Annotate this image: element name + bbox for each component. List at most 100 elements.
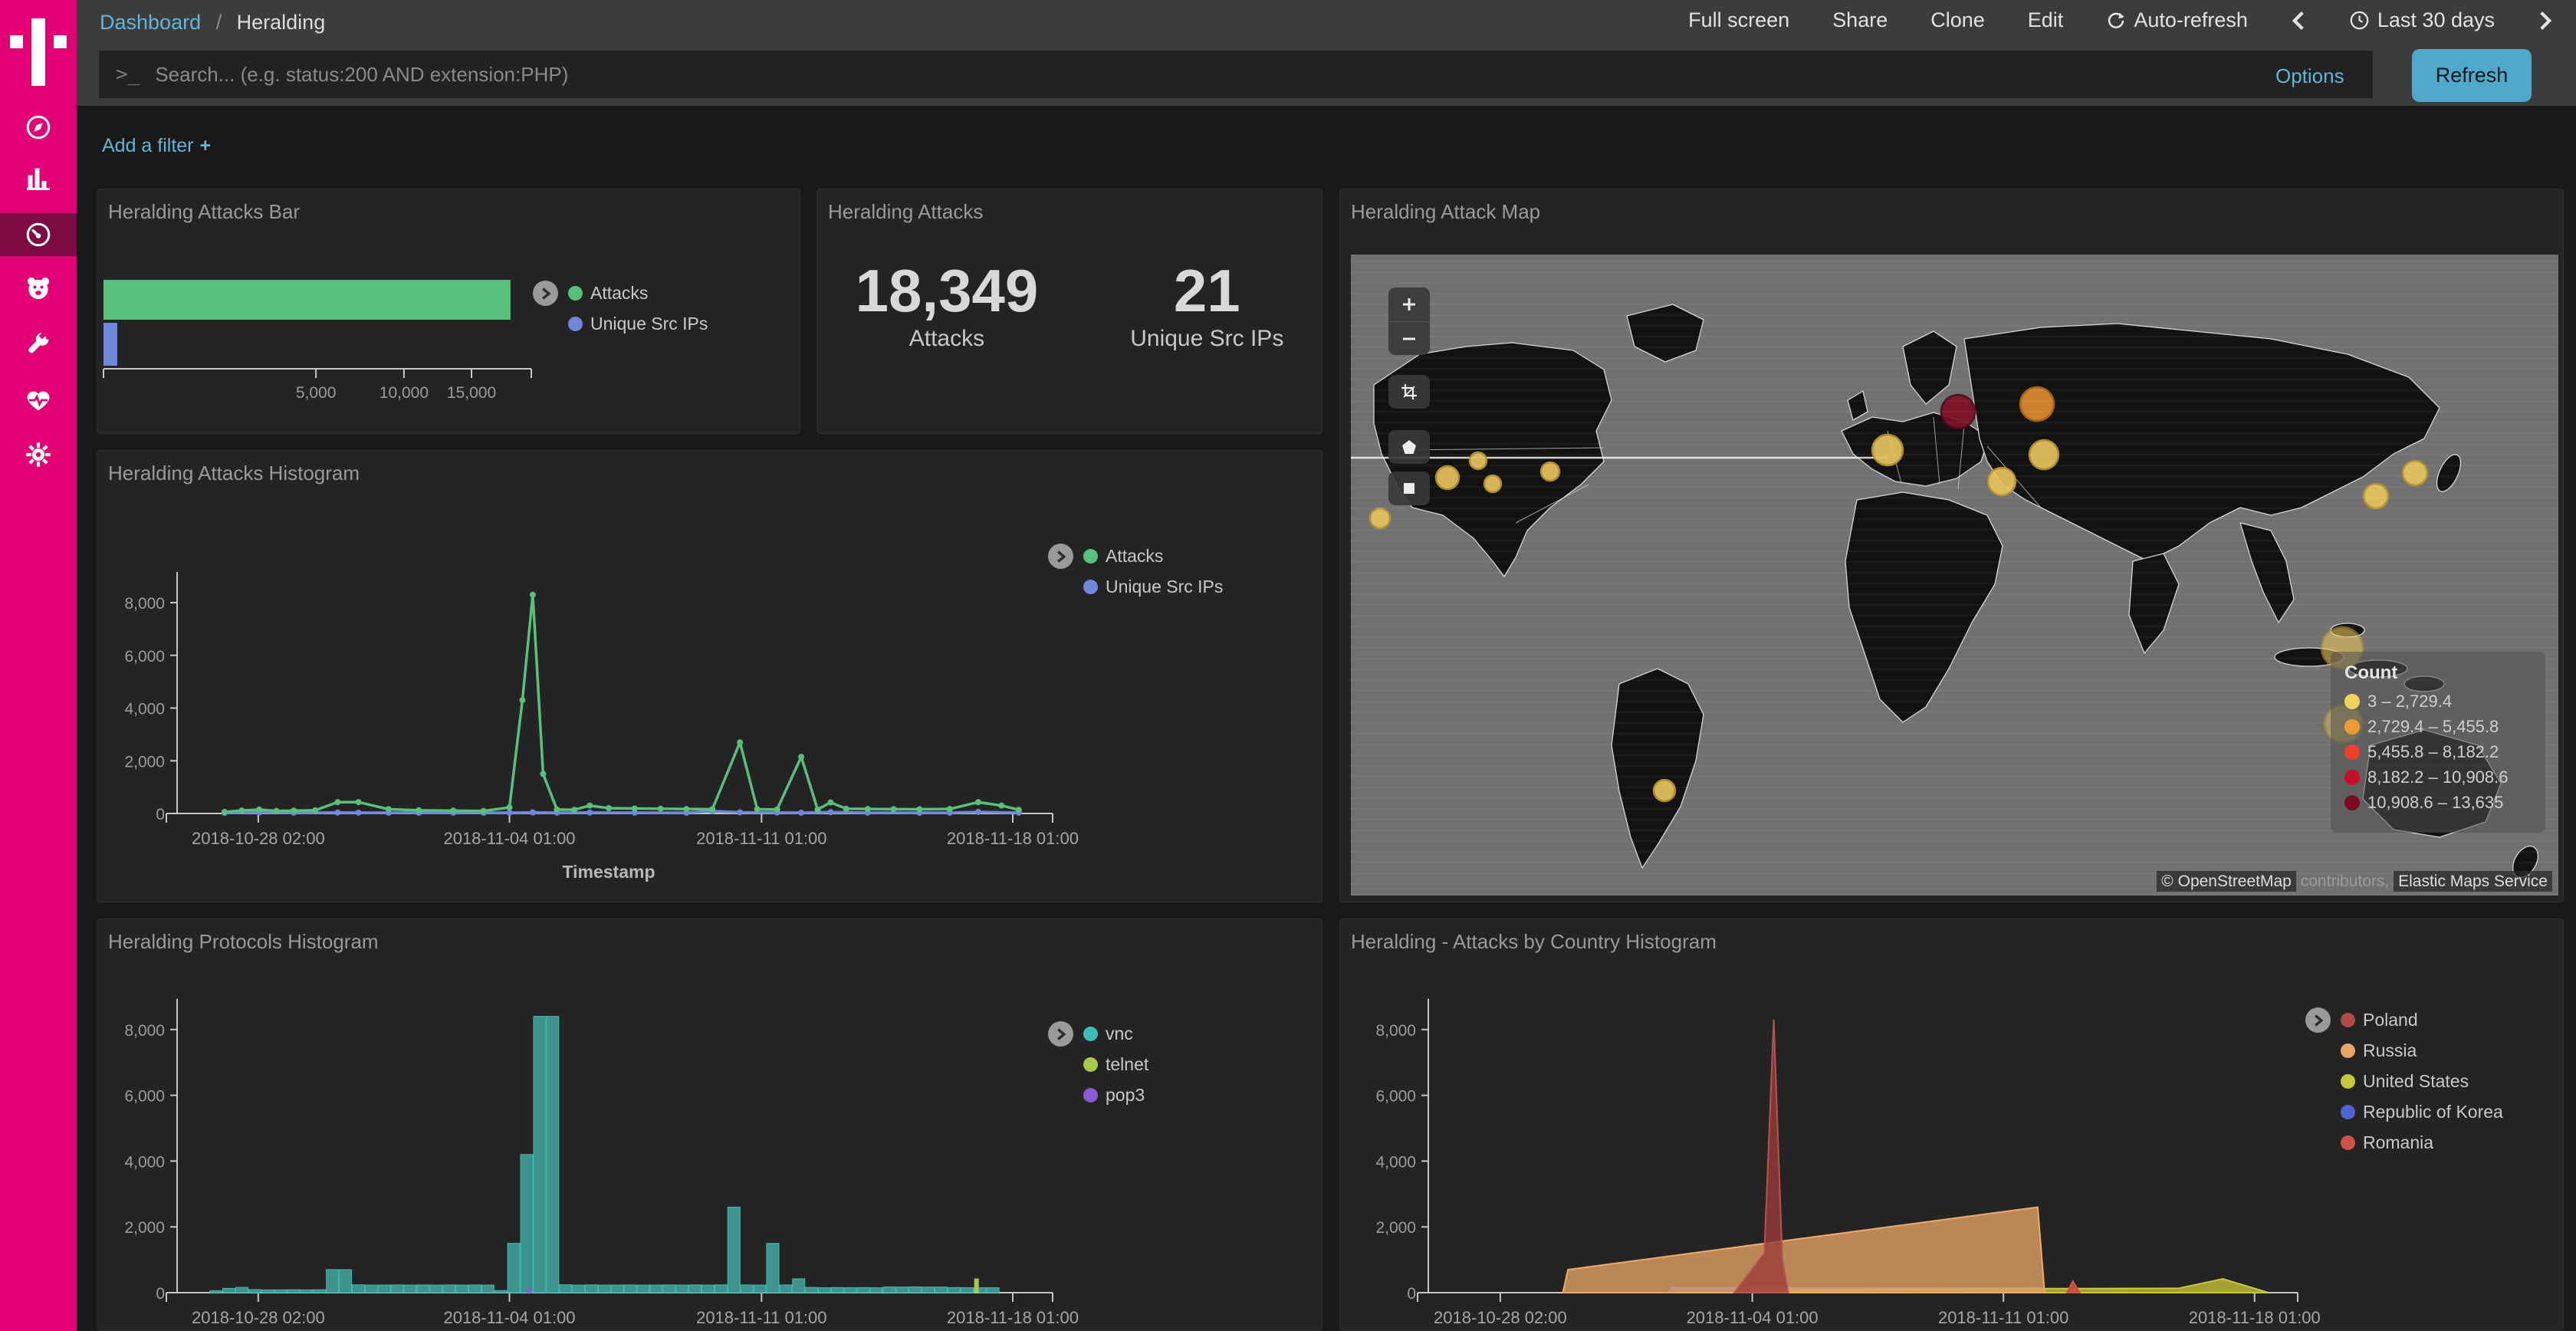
clone-button[interactable]: Clone: [1926, 8, 1990, 33]
legend-collapse-button[interactable]: [1048, 544, 1073, 569]
legend-dot: [1083, 1027, 1098, 1041]
legend-item-pop3[interactable]: pop3: [1083, 1085, 1148, 1106]
legend-collapse-button[interactable]: [533, 281, 558, 306]
search-input[interactable]: [153, 62, 2373, 87]
metric-label: Attacks: [856, 326, 1039, 352]
full-screen-button[interactable]: Full screen: [1684, 8, 1794, 33]
legend-label: Unique Src IPs: [1106, 577, 1223, 597]
legend: vnc telnet pop3: [1083, 1024, 1148, 1106]
draw-rectangle-button[interactable]: [1388, 472, 1430, 505]
breadcrumb-dashboard-link[interactable]: Dashboard: [100, 11, 201, 34]
legend-collapse-button[interactable]: [1048, 1021, 1073, 1047]
svg-text:6,000: 6,000: [1375, 1088, 1416, 1106]
map-attribution: © OpenStreetMap contributors, Elastic Ma…: [2157, 873, 2552, 891]
edit-button[interactable]: Edit: [2023, 8, 2068, 33]
svg-text:2018-11-11 01:00: 2018-11-11 01:00: [696, 829, 826, 848]
sidebar-item-management[interactable]: [0, 433, 77, 476]
legend-label: Republic of Korea: [2363, 1102, 2503, 1122]
square-icon: [1400, 479, 1418, 498]
sidebar-item-devtools[interactable]: [0, 324, 77, 366]
svg-text:4,000: 4,000: [1375, 1153, 1416, 1171]
legend-item-attacks[interactable]: Attacks: [568, 283, 708, 304]
chevron-right-icon: [1056, 550, 1066, 564]
metric-value: 18,349: [856, 258, 1039, 324]
range-label: 10,908.6 – 13,635: [2367, 793, 2503, 813]
share-button[interactable]: Share: [1828, 8, 1892, 33]
legend-item-romania[interactable]: Romania: [2341, 1132, 2503, 1153]
legend-item-unique-src-ips[interactable]: Unique Src IPs: [1083, 577, 1223, 597]
auto-refresh-button[interactable]: Auto-refresh: [2101, 8, 2252, 33]
search-bar: >_: [99, 51, 2373, 98]
query-prompt-icon: >_: [116, 63, 140, 86]
add-filter-link[interactable]: Add a filter+: [102, 135, 211, 157]
gear-icon: [25, 441, 52, 468]
sidebar-item-dashboard[interactable]: [0, 213, 77, 256]
zoom-out-button[interactable]: [1388, 321, 1430, 355]
sidebar-item-discover[interactable]: [0, 106, 77, 149]
svg-text:2018-10-28 02:00: 2018-10-28 02:00: [192, 829, 325, 848]
legend-item-telnet[interactable]: telnet: [1083, 1054, 1148, 1075]
legend-range-row: 8,182.2 – 10,908.6: [2344, 767, 2545, 787]
svg-text:8,000: 8,000: [1375, 1022, 1416, 1040]
world-map[interactable]: Count 3 – 2,729.4 2,729.4 – 5,455.8 5,45…: [1351, 255, 2558, 896]
metric-attacks: 18,349 Attacks: [856, 258, 1039, 352]
legend-item-vnc[interactable]: vnc: [1083, 1024, 1148, 1044]
legend-item-united-states[interactable]: United States: [2341, 1071, 2503, 1092]
legend-label: pop3: [1106, 1085, 1145, 1106]
legend-label: Attacks: [1106, 546, 1163, 567]
time-forward-button[interactable]: [2533, 9, 2558, 32]
svg-text:6,000: 6,000: [124, 1088, 165, 1106]
dashboard-toolbar: Full screen Share Clone Edit Auto-refres…: [1684, 8, 2558, 33]
svg-text:2018-11-18 01:00: 2018-11-18 01:00: [947, 829, 1079, 848]
chevron-right-icon: [2538, 10, 2553, 31]
legend-dot: [1083, 580, 1098, 594]
svg-text:2018-11-11 01:00: 2018-11-11 01:00: [1938, 1308, 2068, 1327]
panel-protocols-histogram: Heralding Protocols Histogram 02,0004,00…: [97, 919, 1322, 1331]
svg-text:2018-11-04 01:00: 2018-11-04 01:00: [443, 1308, 575, 1327]
fit-data-bounds-button[interactable]: [1388, 375, 1430, 409]
legend-range-row: 5,455.8 – 8,182.2: [2344, 742, 2545, 762]
legend-dot: [568, 286, 583, 301]
svg-text:Timestamp: Timestamp: [562, 862, 655, 882]
metric-unique-src-ips: 21 Unique Src IPs: [1130, 258, 1283, 352]
kibana-dashboard: Dashboard / Heralding Full screen Share …: [0, 0, 2576, 1331]
panel-attack-map: Heralding Attack Map: [1339, 189, 2564, 902]
attacks-histogram-chart[interactable]: 02,0004,0006,0008,0002018-10-28 02:00201…: [97, 451, 1322, 902]
svg-text:2018-10-28 02:00: 2018-10-28 02:00: [192, 1308, 325, 1327]
legend-label: Attacks: [590, 283, 648, 304]
logo-left-square: [10, 35, 23, 48]
legend-title: Count: [2344, 662, 2545, 684]
time-range-picker[interactable]: Last 30 days: [2344, 8, 2499, 33]
svg-text:2018-11-11 01:00: 2018-11-11 01:00: [696, 1308, 826, 1327]
protocols-histogram-chart[interactable]: 02,0004,0006,0008,0002018-10-28 02:00201…: [97, 919, 1322, 1331]
ems-attribution-link[interactable]: Elastic Maps Service: [2394, 871, 2552, 892]
svg-text:0: 0: [156, 806, 165, 823]
draw-polygon-button[interactable]: [1388, 430, 1430, 464]
legend-item-poland[interactable]: Poland: [2341, 1010, 2503, 1030]
panel-country-histogram: Heralding - Attacks by Country Histogram…: [1339, 919, 2564, 1331]
legend-dot: [2341, 1013, 2355, 1027]
plus-icon: [1400, 295, 1418, 314]
legend-item-republic-of-korea[interactable]: Republic of Korea: [2341, 1102, 2503, 1122]
polygon-icon: [1400, 438, 1418, 456]
legend-dot: [568, 317, 583, 331]
sidebar-item-tpot-bear[interactable]: [0, 267, 77, 310]
legend-item-unique-src-ips[interactable]: Unique Src IPs: [568, 314, 708, 334]
telekom-logo[interactable]: [0, 9, 77, 94]
svg-text:2018-11-04 01:00: 2018-11-04 01:00: [443, 829, 575, 848]
zoom-in-button[interactable]: [1388, 288, 1430, 321]
query-options-link[interactable]: Options: [2275, 64, 2344, 88]
legend-collapse-button[interactable]: [2305, 1007, 2331, 1033]
plus-icon: +: [200, 135, 212, 156]
legend-item-russia[interactable]: Russia: [2341, 1040, 2503, 1061]
legend-item-attacks[interactable]: Attacks: [1083, 546, 1223, 567]
sidebar-item-monitoring[interactable]: [0, 379, 77, 422]
range-label: 5,455.8 – 8,182.2: [2367, 742, 2499, 762]
time-back-button[interactable]: [2286, 9, 2311, 32]
osm-attribution-link[interactable]: © OpenStreetMap: [2157, 871, 2296, 892]
sidebar-item-visualize[interactable]: [0, 157, 77, 200]
panel-title: Heralding Attack Map: [1351, 200, 1540, 224]
refresh-button[interactable]: Refresh: [2412, 49, 2532, 102]
bear-icon: [25, 274, 52, 302]
sidebar: [0, 0, 77, 1331]
